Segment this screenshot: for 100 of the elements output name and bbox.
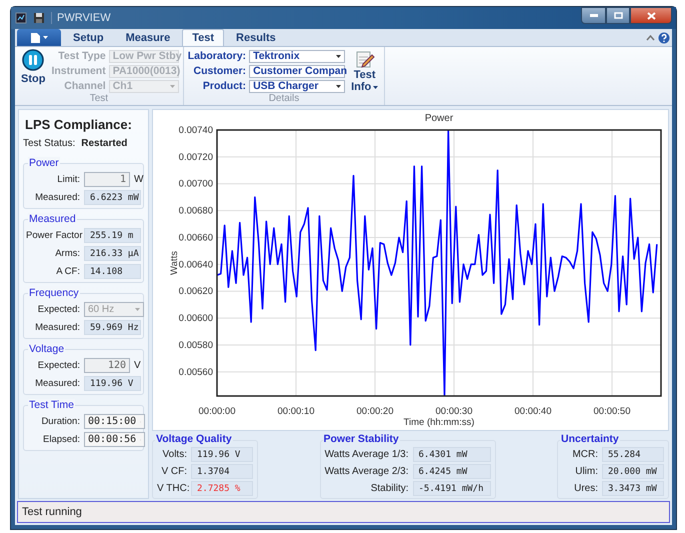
minimize-icon <box>590 14 598 17</box>
value-readout: 2.7285 % <box>191 481 253 496</box>
x-tick-label: 00:00:10 <box>278 406 314 417</box>
status-text: Test running <box>22 506 82 518</box>
value-readout: 119.96 V <box>84 376 141 391</box>
y-tick-label: 0.00660 <box>178 232 213 244</box>
section-title: Power <box>28 157 60 169</box>
group-label: Details <box>268 93 300 105</box>
window-title: PWRVIEW <box>51 12 111 24</box>
number-field[interactable]: 120 <box>84 358 130 373</box>
stop-button[interactable]: Stop <box>19 49 48 93</box>
field-label: Duration: <box>40 416 80 427</box>
field-label: Watts Average 1/3: <box>324 449 408 460</box>
value-readout: 55.284 <box>602 447 664 462</box>
y-axis-title: Watts <box>169 251 180 275</box>
app-icon <box>15 12 27 24</box>
y-tick-label: 0.00580 <box>178 340 213 351</box>
value-readout: 1.3704 <box>191 464 253 479</box>
x-axis-title: Time (hh:mm:ss) <box>404 417 474 428</box>
field-label: Watts Average 2/3: <box>324 466 408 477</box>
value-readout: 20.000 mW <box>602 464 664 479</box>
section-title: Measured <box>28 213 77 225</box>
caret-icon <box>336 54 342 58</box>
caret-icon <box>42 36 48 39</box>
unit-label: W <box>134 174 144 185</box>
value-readout: 6.4301 mW <box>412 447 490 462</box>
x-tick-label: 00:00:40 <box>514 406 552 417</box>
field-label: Measured: <box>34 378 80 389</box>
y-tick-label: 0.00700 <box>178 178 213 190</box>
dropdown[interactable]: Customer Compan <box>249 64 346 78</box>
group-title: Power Stability <box>322 433 400 445</box>
field-label: Stability: <box>370 483 408 494</box>
value-readout: 119.96 V <box>191 447 253 462</box>
status-value: Restarted <box>81 138 128 149</box>
save-icon[interactable] <box>33 12 45 24</box>
value-readout: 14.108 <box>84 264 141 279</box>
x-tick-label: 00:00:20 <box>356 406 394 417</box>
x-tick-label: 00:00:30 <box>436 406 472 417</box>
caret-icon <box>373 86 378 88</box>
caret-icon <box>135 308 140 311</box>
field-label: Customer: <box>194 65 246 77</box>
field-label: Expected: <box>36 360 80 371</box>
minimize-button[interactable] <box>581 7 606 24</box>
dropdown[interactable]: USB Charger <box>249 80 346 92</box>
status-label: Test Status: <box>23 138 76 149</box>
help-icon[interactable] <box>658 32 670 44</box>
time-spinner[interactable]: 00:15:00 <box>84 414 145 429</box>
field-label: Measured: <box>34 192 80 203</box>
field-label: Volts: <box>162 449 187 460</box>
value-readout: 59.969 Hz <box>84 320 141 335</box>
group-title: Voltage Quality <box>155 433 233 445</box>
y-tick-label: 0.00640 <box>178 259 213 270</box>
x-tick-label: 00:00:50 <box>594 406 630 417</box>
section-title: Voltage <box>28 343 66 355</box>
close-button[interactable] <box>630 7 672 24</box>
field-label: Laboratory: <box>188 50 246 62</box>
ribbon-tab[interactable]: Results <box>226 29 286 46</box>
ribbon-tab[interactable]: Setup <box>63 29 114 46</box>
field-label: Arms: <box>54 248 80 259</box>
value-readout: 3.3473 mW <box>602 481 664 496</box>
collapse-ribbon-icon[interactable] <box>646 34 655 40</box>
y-tick-label: 0.00680 <box>178 206 213 217</box>
y-tick-label: 0.00740 <box>178 125 213 136</box>
document-icon <box>30 32 40 42</box>
ribbon-tab[interactable]: Measure <box>116 29 180 46</box>
value-readout: 255.19 m <box>84 228 141 243</box>
field-label: Power Factor <box>26 230 80 241</box>
chart-title: Power <box>424 113 454 124</box>
application-menu-button[interactable] <box>17 29 61 46</box>
field-label: MCR: <box>571 449 598 460</box>
y-tick-label: 0.00720 <box>178 152 213 163</box>
number-field[interactable]: 1 <box>84 172 130 187</box>
time-spinner[interactable]: 00:00:56 <box>84 432 145 447</box>
field-label: Ures: <box>573 483 598 494</box>
maximize-button[interactable] <box>606 7 630 24</box>
x-tick-label: 00:00:00 <box>198 406 236 417</box>
caret-icon <box>336 84 342 88</box>
field-label: Test Type <box>58 50 106 62</box>
ribbon-tab[interactable]: Test <box>182 29 224 46</box>
test-info-button[interactable]: Test Info <box>349 49 380 93</box>
unit-label: V <box>134 360 141 371</box>
field-label: V THC: <box>157 483 187 494</box>
value-readout: 6.6223 mW <box>84 190 141 205</box>
field-label: Instrument <box>51 65 106 77</box>
field-label: Measured: <box>34 322 80 333</box>
value-readout: -5.4191 mW/h <box>412 481 490 496</box>
group-title: Uncertainty <box>560 433 620 445</box>
dropdown[interactable]: Tektronix <box>249 50 346 62</box>
group-label: Test <box>88 93 110 105</box>
notepad-pencil-icon <box>354 49 375 69</box>
value-readout: 6.4245 mW <box>412 464 490 479</box>
section-title: Frequency <box>28 287 80 299</box>
field-label: Channel <box>64 80 106 92</box>
y-tick-label: 0.00620 <box>178 286 213 298</box>
field-label: A CF: <box>55 266 80 277</box>
field-label: V CF: <box>160 466 187 477</box>
value-readout: 216.33 µA <box>84 246 141 261</box>
y-tick-label: 0.00560 <box>178 366 213 378</box>
section-title: Test Time <box>28 399 75 411</box>
pause-icon <box>22 49 44 71</box>
